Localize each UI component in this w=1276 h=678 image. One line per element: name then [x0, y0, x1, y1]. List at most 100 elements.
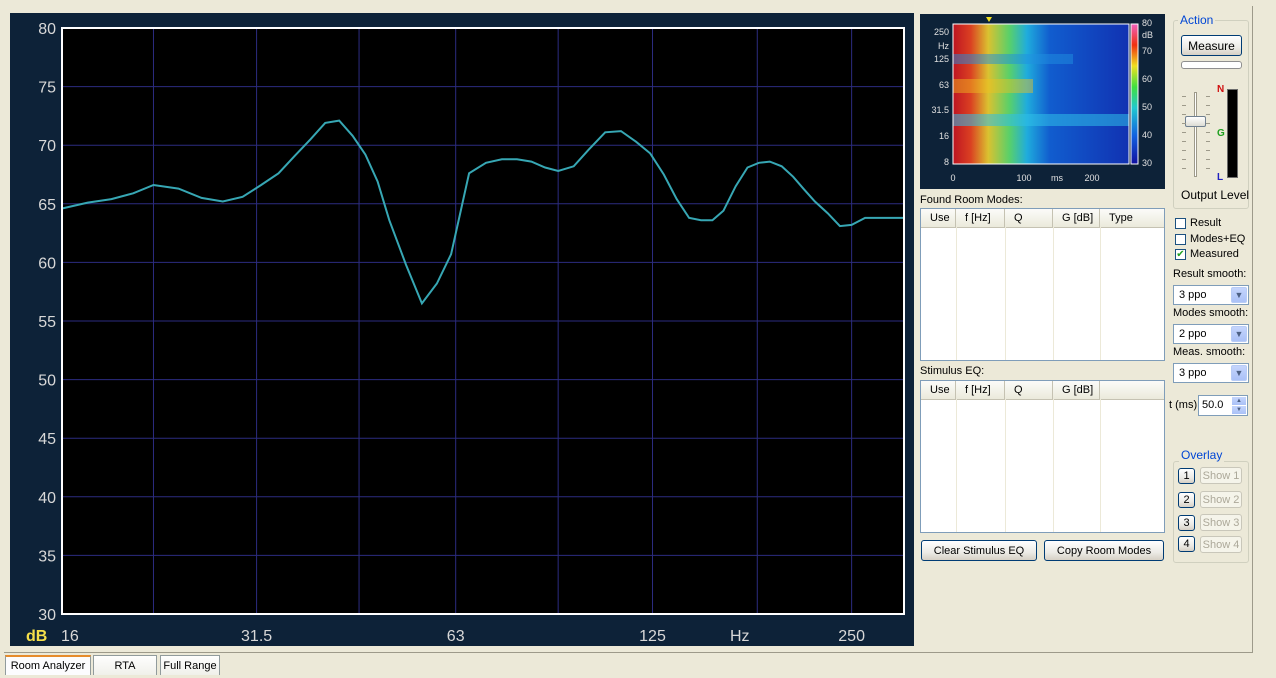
spectrogram-scale-label: 70 [1142, 46, 1152, 56]
y-tick-label: 40 [38, 490, 56, 507]
slider-ticks-left [1182, 96, 1186, 176]
col-gain[interactable]: G [dB] [1053, 381, 1100, 399]
y-tick-label: 30 [38, 607, 56, 624]
spectrogram-y-label: 31.5 [931, 105, 949, 115]
measure-button[interactable]: Measure [1181, 35, 1242, 56]
y-tick-label: 80 [38, 21, 56, 38]
spectrogram-y-label: 16 [939, 131, 949, 141]
col-use[interactable]: Use [921, 381, 956, 399]
spectrogram-y-label: 63 [939, 80, 949, 90]
t-ms-value[interactable]: 50.0 [1202, 399, 1223, 411]
overlay-1-button[interactable]: 1 [1178, 468, 1195, 484]
frequency-response-chart[interactable]: 30 35 40 45 50 55 60 65 70 75 80 16 31.5 63 125 250 dB… [10, 13, 914, 646]
col-use[interactable]: Use [921, 209, 956, 227]
show-1-button[interactable]: Show 1 [1200, 467, 1242, 484]
t-ms-label: t (ms) [1169, 399, 1198, 411]
spectrogram-y-label: Hz [938, 41, 949, 51]
chevron-down-icon[interactable]: ▼ [1231, 287, 1247, 303]
modes-eq-checkbox[interactable] [1175, 234, 1186, 245]
x-tick-label: 31.5 [241, 628, 272, 645]
tab-full-range[interactable]: Full Range [160, 655, 220, 675]
t-ms-spinbox[interactable]: 50.0 ▲ ▼ [1198, 395, 1248, 416]
chevron-down-icon[interactable]: ▼ [1231, 365, 1247, 381]
col-gain[interactable]: G [dB] [1053, 209, 1100, 227]
col-type[interactable]: Type [1100, 209, 1162, 227]
x-tick-label: 125 [639, 628, 666, 645]
result-smooth-value: 3 ppo [1179, 289, 1207, 301]
y-tick-label: 55 [38, 314, 56, 331]
measured-checkbox[interactable]: ✔ [1175, 249, 1186, 260]
result-smooth-label: Result smooth: [1173, 268, 1247, 280]
spectrogram-y-label: 125 [934, 54, 949, 64]
overlay-3-button[interactable]: 3 [1178, 515, 1195, 531]
modes-eq-checkbox-label: Modes+EQ [1190, 233, 1246, 245]
spectrogram-scale-label: 40 [1142, 130, 1152, 140]
overlay-2-button[interactable]: 2 [1178, 492, 1195, 508]
meas-smooth-label: Meas. smooth: [1173, 346, 1246, 358]
spectrogram-scale-label: 50 [1142, 102, 1152, 112]
meter-label-g: G [1217, 128, 1225, 139]
copy-room-modes-button[interactable]: Copy Room Modes [1044, 540, 1164, 561]
x-tick-label: 16 [61, 628, 79, 645]
modes-smooth-select[interactable]: 2 ppo ▼ [1173, 324, 1249, 344]
tab-strip-border [4, 652, 1253, 653]
x-tick-label: 63 [447, 628, 465, 645]
time-cursor-marker[interactable] [986, 17, 992, 22]
spectrogram-scale-label: 80 [1142, 18, 1152, 28]
meas-smooth-select[interactable]: 3 ppo ▼ [1173, 363, 1249, 383]
slider-ticks-right [1206, 96, 1210, 176]
spectrogram-y-label: 8 [944, 157, 949, 167]
spin-down-icon[interactable]: ▼ [1232, 406, 1246, 414]
spectrogram-color-scale [1130, 23, 1139, 165]
spectrogram-scale-label: dB [1142, 30, 1153, 40]
y-unit-label: dB [26, 628, 47, 645]
y-tick-label: 35 [38, 548, 56, 565]
spectrogram-x-label: 0 [950, 173, 955, 183]
meter-label-n: N [1217, 84, 1225, 95]
show-4-button[interactable]: Show 4 [1200, 536, 1242, 553]
clear-stimulus-eq-button[interactable]: Clear Stimulus EQ [921, 540, 1037, 561]
spectrogram-scale-label: 60 [1142, 74, 1152, 84]
room-modes-header: Use f [Hz] Q G [dB] Type [921, 209, 1164, 228]
col-q[interactable]: Q [1005, 381, 1053, 399]
result-checkbox-label: Result [1190, 217, 1222, 229]
modes-smooth-label: Modes smooth: [1173, 307, 1249, 319]
y-tick-label: 70 [38, 138, 56, 155]
spectrogram-scale-label: 30 [1142, 158, 1152, 168]
result-smooth-select[interactable]: 3 ppo ▼ [1173, 285, 1249, 305]
measure-progress-bar [1181, 61, 1242, 69]
output-level-meter [1227, 89, 1238, 178]
y-tick-label: 75 [38, 80, 56, 97]
stimulus-eq-title: Stimulus EQ: [920, 365, 985, 377]
output-level-slider-track[interactable] [1194, 92, 1197, 177]
stimulus-eq-table[interactable]: Use f [Hz] Q G [dB] [920, 380, 1165, 533]
overlay-4-button[interactable]: 4 [1178, 536, 1195, 552]
measured-checkbox-label: Measured [1190, 248, 1239, 260]
col-freq[interactable]: f [Hz] [956, 381, 1005, 399]
tab-room-analyzer[interactable]: Room Analyzer [5, 655, 91, 675]
chevron-down-icon[interactable]: ▼ [1231, 326, 1247, 342]
show-2-button[interactable]: Show 2 [1200, 491, 1242, 508]
spectrogram-panel[interactable]: 250 Hz 125 63 31.5 16 8 0 100 ms 200 80 dB 70 60 50 40 30 [920, 14, 1165, 189]
overlay-group-title: Overlay [1179, 448, 1225, 462]
spectrogram-x-label: 100 [1016, 173, 1031, 183]
y-tick-label: 65 [38, 197, 56, 214]
col-freq[interactable]: f [Hz] [956, 209, 1005, 227]
panel-border [1252, 6, 1253, 653]
stimulus-eq-header: Use f [Hz] Q G [dB] [921, 381, 1164, 400]
result-checkbox[interactable] [1175, 218, 1186, 229]
spectrogram-y-label: 250 [934, 27, 949, 37]
show-3-button[interactable]: Show 3 [1200, 514, 1242, 531]
tab-rta[interactable]: RTA [93, 655, 157, 675]
x-unit-label: Hz [730, 628, 750, 645]
frequency-response-plot[interactable]: 30 35 40 45 50 55 60 65 70 75 80 16 31.5 63 125 250 dB… [10, 13, 914, 646]
col-q[interactable]: Q [1005, 209, 1053, 227]
room-modes-table[interactable]: Use f [Hz] Q G [dB] Type [920, 208, 1165, 361]
output-level-slider-thumb[interactable] [1185, 116, 1206, 127]
spectrogram-x-label: ms [1051, 173, 1063, 183]
spin-up-icon[interactable]: ▲ [1232, 397, 1246, 405]
spectrogram: 250 Hz 125 63 31.5 16 80 100 ms 200 80 dB 70 60 50 40 30 [931, 17, 1153, 183]
y-tick-label: 45 [38, 431, 56, 448]
y-tick-label: 50 [38, 373, 56, 390]
x-tick-label: 250 [838, 628, 865, 645]
